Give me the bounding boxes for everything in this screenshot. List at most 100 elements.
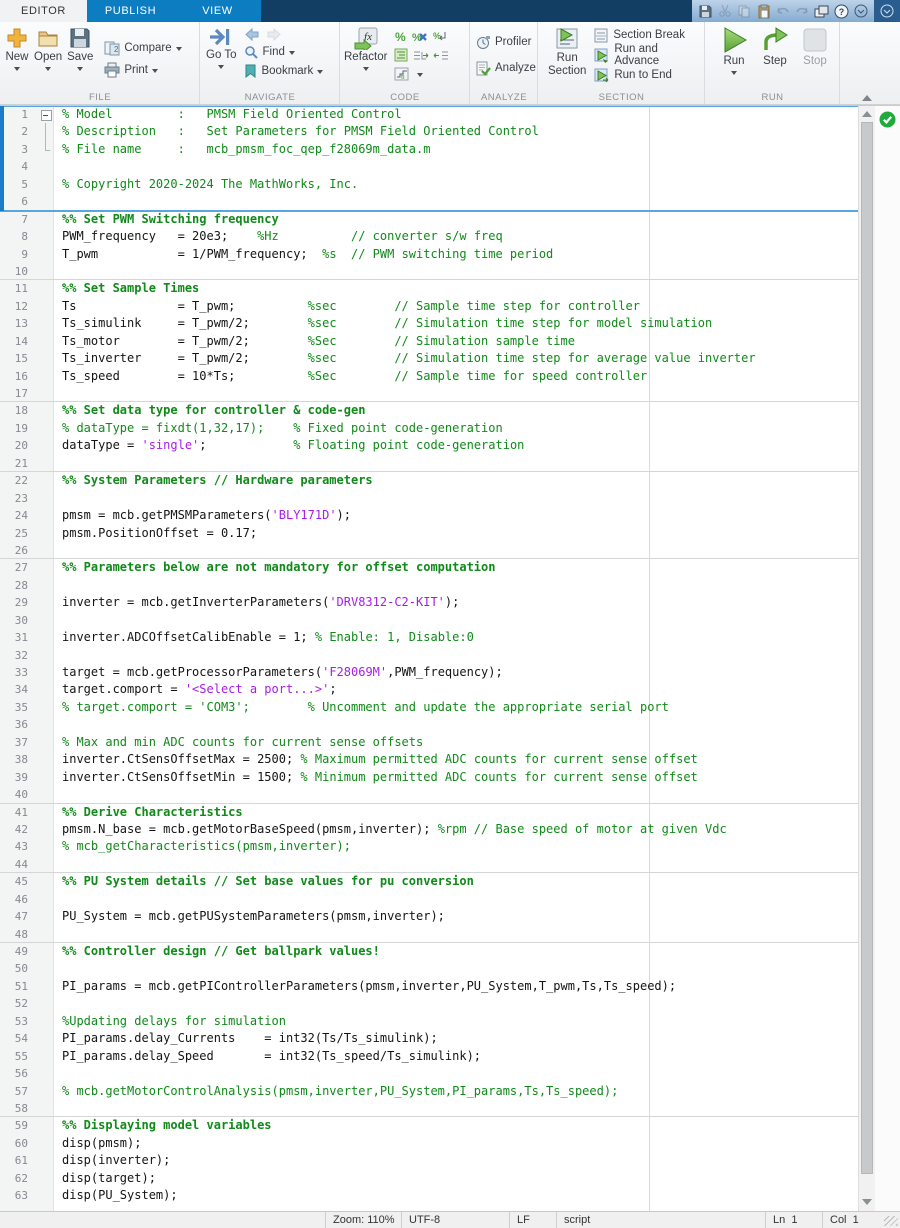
back-icon[interactable] xyxy=(244,28,260,41)
analyze-button[interactable]: Analyze xyxy=(474,58,538,78)
refactor-button[interactable]: fx Refactor xyxy=(344,26,387,91)
code-line[interactable]: 7 %% Set PWM Switching frequency xyxy=(0,209,858,228)
code-line[interactable]: 33 target = mcb.getProcessorParameters('F… xyxy=(0,664,858,681)
code-line[interactable]: 22 %% System Parameters // Hardware param… xyxy=(0,471,858,489)
code-line[interactable]: 60 disp(pmsm); xyxy=(0,1135,858,1152)
compare-dropdown-caret[interactable] xyxy=(175,46,182,51)
code-line[interactable]: 54 PI_params.delay_Currents = int32(Ts/Ts… xyxy=(0,1030,858,1047)
stop-button[interactable]: Stop xyxy=(801,26,829,91)
run-dropdown-caret[interactable] xyxy=(731,71,737,75)
code-line[interactable]: 5 % Copyright 2020-2024 The MathWorks, In… xyxy=(0,176,858,193)
code-line[interactable]: 18 %% Set data type for controller & code… xyxy=(0,401,858,419)
scrollbar-thumb[interactable] xyxy=(861,122,873,1174)
code-line[interactable]: 9 T_pwm = 1/PWM_frequency; %s // PWM swit… xyxy=(0,246,858,263)
code-line[interactable]: 2 % Description : Set Parameters for PMSM… xyxy=(0,123,858,142)
code-line[interactable]: 43 % mcb_getCharacteristics(pmsm,inverter… xyxy=(0,838,858,855)
code-line[interactable]: 36 xyxy=(0,716,858,733)
code-line[interactable]: 15 Ts_inverter = T_pwm/2; %sec // Simulat… xyxy=(0,350,858,367)
code-line[interactable]: 56 xyxy=(0,1065,858,1082)
code-line[interactable]: 51 PI_params = mcb.getPIControllerParamet… xyxy=(0,978,858,995)
tab-editor[interactable]: EDITOR xyxy=(0,0,87,22)
print-button[interactable]: Print xyxy=(102,60,183,80)
code-line[interactable]: 13 Ts_simulink = T_pwm/2; %sec // Simulat… xyxy=(0,315,858,332)
code-line[interactable]: 6 xyxy=(0,193,858,210)
toolstrip-menu-button[interactable] xyxy=(874,0,900,22)
code-line[interactable]: 23 xyxy=(0,490,858,507)
section-break-button[interactable]: Section Break xyxy=(592,26,702,44)
collapse-toolstrip-icon[interactable] xyxy=(862,95,872,101)
step-button[interactable]: Step xyxy=(761,26,789,91)
code-line[interactable]: 61 disp(inverter); xyxy=(0,1152,858,1169)
code-line[interactable]: 1 % Model : PMSM Field Oriented Control xyxy=(0,106,858,123)
code-line[interactable]: 3 % File name : mcb_pmsm_foc_qep_f28069m_… xyxy=(0,140,858,158)
code-line[interactable]: 11 %% Set Sample Times xyxy=(0,279,858,297)
open-button[interactable]: Open xyxy=(34,26,62,91)
code-line[interactable]: 59 %% Displaying model variables xyxy=(0,1116,858,1134)
code-line[interactable]: 27 %% Parameters below are not mandatory … xyxy=(0,558,858,576)
code-line[interactable]: 50 xyxy=(0,960,858,977)
code-line[interactable]: 49 %% Controller design // Get ballpark v… xyxy=(0,941,858,960)
code-line[interactable]: 57 % mcb.getMotorControlAnalysis(pmsm,inv… xyxy=(0,1083,858,1100)
uncomment-icon[interactable]: % xyxy=(411,27,431,45)
tab-view[interactable]: VIEW xyxy=(174,0,261,22)
code-line[interactable]: 55 PI_params.delay_Speed = int32(Ts_speed… xyxy=(0,1048,858,1065)
goto-button[interactable]: Go To xyxy=(206,26,236,91)
run-to-end-button[interactable]: Run to End xyxy=(592,66,702,84)
forward-icon[interactable] xyxy=(266,28,282,41)
code-line[interactable]: 58 xyxy=(0,1100,858,1117)
code-line[interactable]: 17 xyxy=(0,385,858,402)
code-area[interactable]: 1 % Model : PMSM Field Oriented Control 2%… xyxy=(0,106,858,1211)
fold-collapse-icon[interactable] xyxy=(40,106,54,123)
scroll-down-icon[interactable] xyxy=(862,1199,872,1205)
new-dropdown-caret[interactable] xyxy=(14,67,20,71)
code-line[interactable]: 25 pmsm.PositionOffset = 0.17; xyxy=(0,525,858,542)
status-line-number[interactable]: Ln 1 xyxy=(765,1212,822,1228)
run-section-button[interactable]: Run Section xyxy=(548,26,586,91)
code-line[interactable]: 19 % dataType = fixdt(1,32,17); % Fixed p… xyxy=(0,420,858,437)
code-line[interactable]: 62 disp(target); xyxy=(0,1170,858,1187)
indent-left-icon[interactable] xyxy=(431,46,451,64)
save-dropdown-caret[interactable] xyxy=(77,67,84,71)
print-dropdown-caret[interactable] xyxy=(152,68,159,73)
code-line[interactable]: 29 inverter = mcb.getInverterParameters('… xyxy=(0,594,858,611)
code-more-caret[interactable] xyxy=(417,73,424,77)
run-button[interactable]: Run xyxy=(719,26,749,91)
code-line[interactable]: 16 Ts_speed = 10*Ts; %Sec // Sample time … xyxy=(0,368,858,385)
code-line[interactable]: 31 inverter.ADCOffsetCalibEnable = 1; % E… xyxy=(0,629,858,646)
code-line[interactable]: 38 inverter.CtSensOffsetMax = 2500; % Max… xyxy=(0,751,858,768)
tab-publish[interactable]: PUBLISH xyxy=(87,0,174,22)
scroll-up-icon[interactable] xyxy=(862,111,872,117)
code-line[interactable]: 24 pmsm = mcb.getPMSMParameters('BLY171D'… xyxy=(0,507,858,524)
code-line[interactable]: 46 xyxy=(0,891,858,908)
code-line[interactable]: 14 Ts_motor = T_pwm/2; %Sec // Simulation… xyxy=(0,333,858,350)
code-line[interactable]: 26 xyxy=(0,542,858,559)
qat-redo-icon[interactable] xyxy=(794,3,810,20)
status-eol[interactable]: LF xyxy=(509,1212,556,1228)
new-button[interactable]: New xyxy=(5,26,29,91)
code-line[interactable]: 8 PWM_frequency = 20e3; %Hz // converter … xyxy=(0,228,858,245)
vertical-scrollbar[interactable] xyxy=(858,106,875,1211)
code-line[interactable]: 44 xyxy=(0,856,858,873)
code-fold-icon[interactable]: fi xyxy=(391,65,411,83)
wrap-comments-icon[interactable]: % xyxy=(431,27,451,45)
find-button[interactable]: Find xyxy=(242,43,325,61)
code-line[interactable]: 42 pmsm.N_base = mcb.getMotorBaseSpeed(pm… xyxy=(0,821,858,838)
save-button[interactable]: Save xyxy=(67,26,93,91)
code-line[interactable]: 40 xyxy=(0,786,858,803)
status-zoom[interactable]: Zoom: 110% xyxy=(325,1212,401,1228)
resize-grip[interactable] xyxy=(884,1216,898,1226)
code-line[interactable]: 10 xyxy=(0,263,858,280)
code-line[interactable]: 4 xyxy=(0,158,858,175)
code-line[interactable]: 47 PU_System = mcb.getPUSystemParameters(… xyxy=(0,908,858,925)
find-dropdown-caret[interactable] xyxy=(288,51,295,55)
run-and-advance-button[interactable]: Run and Advance xyxy=(592,43,702,67)
status-encoding[interactable]: UTF-8 xyxy=(401,1212,509,1228)
code-line[interactable]: 41 %% Derive Characteristics xyxy=(0,802,858,821)
open-dropdown-caret[interactable] xyxy=(45,67,52,71)
status-file-type[interactable]: script xyxy=(556,1212,765,1228)
refactor-dropdown-caret[interactable] xyxy=(362,67,369,71)
code-line[interactable]: 53 %Updating delays for simulation xyxy=(0,1013,858,1030)
code-line[interactable]: 39 inverter.CtSensOffsetMin = 1500; % Min… xyxy=(0,769,858,786)
smart-indent-icon[interactable] xyxy=(391,46,411,64)
code-line[interactable]: 37 % Max and min ADC counts for current s… xyxy=(0,734,858,751)
